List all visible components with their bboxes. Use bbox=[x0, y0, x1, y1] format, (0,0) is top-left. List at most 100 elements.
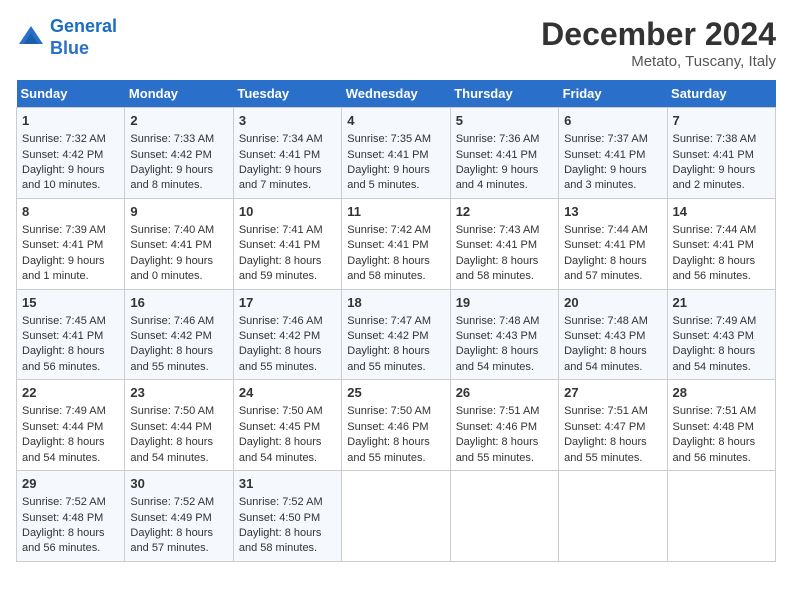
week-row-3: 15Sunrise: 7:45 AMSunset: 4:41 PMDayligh… bbox=[17, 289, 776, 380]
sunrise-text: Sunrise: 7:50 AM bbox=[130, 405, 214, 417]
location-text: Metato, Tuscany, Italy bbox=[541, 53, 776, 70]
daylight-text: Daylight: 9 hours and 5 minutes. bbox=[347, 164, 430, 191]
sunrise-text: Sunrise: 7:50 AM bbox=[347, 405, 431, 417]
sunrise-text: Sunrise: 7:51 AM bbox=[673, 405, 757, 417]
daylight-text: Daylight: 8 hours and 56 minutes. bbox=[22, 345, 105, 372]
calendar-cell: 31Sunrise: 7:52 AMSunset: 4:50 PMDayligh… bbox=[233, 471, 341, 562]
sunset-text: Sunset: 4:41 PM bbox=[564, 149, 645, 161]
header-day-tuesday: Tuesday bbox=[233, 80, 341, 108]
header-day-monday: Monday bbox=[125, 80, 233, 108]
calendar-cell: 21Sunrise: 7:49 AMSunset: 4:43 PMDayligh… bbox=[667, 289, 775, 380]
logo-icon bbox=[16, 23, 46, 53]
sunset-text: Sunset: 4:42 PM bbox=[130, 149, 211, 161]
calendar-cell: 7Sunrise: 7:38 AMSunset: 4:41 PMDaylight… bbox=[667, 108, 775, 199]
daylight-text: Daylight: 8 hours and 58 minutes. bbox=[347, 255, 430, 282]
sunrise-text: Sunrise: 7:49 AM bbox=[673, 315, 757, 327]
daylight-text: Daylight: 8 hours and 59 minutes. bbox=[239, 255, 322, 282]
sunrise-text: Sunrise: 7:50 AM bbox=[239, 405, 323, 417]
daylight-text: Daylight: 8 hours and 55 minutes. bbox=[347, 436, 430, 463]
week-row-1: 1Sunrise: 7:32 AMSunset: 4:42 PMDaylight… bbox=[17, 108, 776, 199]
sunrise-text: Sunrise: 7:47 AM bbox=[347, 315, 431, 327]
sunrise-text: Sunrise: 7:36 AM bbox=[456, 133, 540, 145]
daylight-text: Daylight: 8 hours and 55 minutes. bbox=[347, 345, 430, 372]
day-number: 16 bbox=[130, 294, 227, 312]
sunrise-text: Sunrise: 7:37 AM bbox=[564, 133, 648, 145]
sunset-text: Sunset: 4:42 PM bbox=[239, 330, 320, 342]
sunset-text: Sunset: 4:48 PM bbox=[22, 512, 103, 524]
day-number: 1 bbox=[22, 112, 119, 130]
sunrise-text: Sunrise: 7:42 AM bbox=[347, 224, 431, 236]
daylight-text: Daylight: 9 hours and 7 minutes. bbox=[239, 164, 322, 191]
sunset-text: Sunset: 4:46 PM bbox=[347, 421, 428, 433]
logo-general: General bbox=[50, 16, 117, 36]
day-number: 8 bbox=[22, 203, 119, 221]
header-row: SundayMondayTuesdayWednesdayThursdayFrid… bbox=[17, 80, 776, 108]
daylight-text: Daylight: 8 hours and 56 minutes. bbox=[22, 527, 105, 554]
day-number: 23 bbox=[130, 384, 227, 402]
calendar-cell: 5Sunrise: 7:36 AMSunset: 4:41 PMDaylight… bbox=[450, 108, 558, 199]
logo: General Blue bbox=[16, 16, 117, 59]
daylight-text: Daylight: 8 hours and 54 minutes. bbox=[239, 436, 322, 463]
calendar-table: SundayMondayTuesdayWednesdayThursdayFrid… bbox=[16, 80, 776, 562]
calendar-cell: 12Sunrise: 7:43 AMSunset: 4:41 PMDayligh… bbox=[450, 198, 558, 289]
sunrise-text: Sunrise: 7:52 AM bbox=[239, 496, 323, 508]
sunrise-text: Sunrise: 7:43 AM bbox=[456, 224, 540, 236]
sunrise-text: Sunrise: 7:48 AM bbox=[564, 315, 648, 327]
sunrise-text: Sunrise: 7:33 AM bbox=[130, 133, 214, 145]
daylight-text: Daylight: 8 hours and 57 minutes. bbox=[564, 255, 647, 282]
day-number: 3 bbox=[239, 112, 336, 130]
day-number: 17 bbox=[239, 294, 336, 312]
sunset-text: Sunset: 4:41 PM bbox=[239, 149, 320, 161]
sunset-text: Sunset: 4:45 PM bbox=[239, 421, 320, 433]
calendar-cell: 8Sunrise: 7:39 AMSunset: 4:41 PMDaylight… bbox=[17, 198, 125, 289]
daylight-text: Daylight: 9 hours and 3 minutes. bbox=[564, 164, 647, 191]
calendar-cell: 22Sunrise: 7:49 AMSunset: 4:44 PMDayligh… bbox=[17, 380, 125, 471]
calendar-cell bbox=[450, 471, 558, 562]
daylight-text: Daylight: 8 hours and 56 minutes. bbox=[673, 255, 756, 282]
daylight-text: Daylight: 8 hours and 57 minutes. bbox=[130, 527, 213, 554]
sunset-text: Sunset: 4:44 PM bbox=[22, 421, 103, 433]
sunset-text: Sunset: 4:41 PM bbox=[347, 149, 428, 161]
day-number: 29 bbox=[22, 475, 119, 493]
sunrise-text: Sunrise: 7:49 AM bbox=[22, 405, 106, 417]
sunrise-text: Sunrise: 7:52 AM bbox=[130, 496, 214, 508]
calendar-cell: 14Sunrise: 7:44 AMSunset: 4:41 PMDayligh… bbox=[667, 198, 775, 289]
sunset-text: Sunset: 4:46 PM bbox=[456, 421, 537, 433]
day-number: 19 bbox=[456, 294, 553, 312]
sunrise-text: Sunrise: 7:44 AM bbox=[564, 224, 648, 236]
logo-blue: Blue bbox=[50, 38, 117, 60]
calendar-cell: 10Sunrise: 7:41 AMSunset: 4:41 PMDayligh… bbox=[233, 198, 341, 289]
day-number: 30 bbox=[130, 475, 227, 493]
page-header: General Blue December 2024 Metato, Tusca… bbox=[16, 16, 776, 70]
calendar-cell: 1Sunrise: 7:32 AMSunset: 4:42 PMDaylight… bbox=[17, 108, 125, 199]
calendar-cell: 24Sunrise: 7:50 AMSunset: 4:45 PMDayligh… bbox=[233, 380, 341, 471]
sunset-text: Sunset: 4:44 PM bbox=[130, 421, 211, 433]
sunset-text: Sunset: 4:41 PM bbox=[456, 239, 537, 251]
daylight-text: Daylight: 8 hours and 54 minutes. bbox=[456, 345, 539, 372]
day-number: 11 bbox=[347, 203, 444, 221]
calendar-cell: 15Sunrise: 7:45 AMSunset: 4:41 PMDayligh… bbox=[17, 289, 125, 380]
daylight-text: Daylight: 8 hours and 58 minutes. bbox=[456, 255, 539, 282]
sunset-text: Sunset: 4:47 PM bbox=[564, 421, 645, 433]
day-number: 26 bbox=[456, 384, 553, 402]
sunset-text: Sunset: 4:49 PM bbox=[130, 512, 211, 524]
day-number: 20 bbox=[564, 294, 661, 312]
sunrise-text: Sunrise: 7:38 AM bbox=[673, 133, 757, 145]
sunset-text: Sunset: 4:43 PM bbox=[673, 330, 754, 342]
day-number: 28 bbox=[673, 384, 770, 402]
sunset-text: Sunset: 4:42 PM bbox=[130, 330, 211, 342]
sunrise-text: Sunrise: 7:41 AM bbox=[239, 224, 323, 236]
sunset-text: Sunset: 4:43 PM bbox=[456, 330, 537, 342]
day-number: 22 bbox=[22, 384, 119, 402]
calendar-cell: 3Sunrise: 7:34 AMSunset: 4:41 PMDaylight… bbox=[233, 108, 341, 199]
day-number: 27 bbox=[564, 384, 661, 402]
daylight-text: Daylight: 9 hours and 2 minutes. bbox=[673, 164, 756, 191]
day-number: 9 bbox=[130, 203, 227, 221]
daylight-text: Daylight: 8 hours and 55 minutes. bbox=[239, 345, 322, 372]
sunset-text: Sunset: 4:50 PM bbox=[239, 512, 320, 524]
sunset-text: Sunset: 4:42 PM bbox=[22, 149, 103, 161]
day-number: 25 bbox=[347, 384, 444, 402]
daylight-text: Daylight: 8 hours and 54 minutes. bbox=[673, 345, 756, 372]
day-number: 10 bbox=[239, 203, 336, 221]
day-number: 31 bbox=[239, 475, 336, 493]
